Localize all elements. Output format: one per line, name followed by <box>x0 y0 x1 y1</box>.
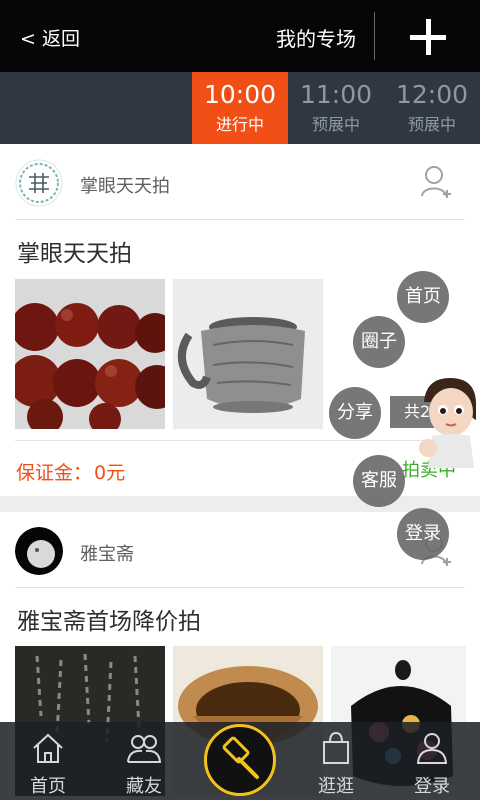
my-special-button[interactable]: 我的专场 <box>276 23 356 52</box>
timeslot-status: 预展中 <box>311 115 360 134</box>
timeslot-1100[interactable]: 11:00 预展中 <box>288 72 384 144</box>
nav-label: 登录 <box>414 776 450 797</box>
shopping-bag-icon <box>323 731 349 764</box>
auction-card[interactable]: 掌眼天天拍 掌眼天天拍 保证金： 0元 <box>0 144 480 496</box>
auction-title[interactable]: 雅宝斋首场降价拍 <box>17 602 201 636</box>
float-circle-button[interactable]: 圈子 <box>353 316 405 368</box>
top-bar: < 返回 我的专场 <box>0 0 480 72</box>
timeslot-time: 11:00 <box>299 80 373 109</box>
seller-logo[interactable] <box>15 527 63 575</box>
float-home-button[interactable]: 首页 <box>397 271 449 323</box>
nav-label: 首页 <box>30 776 66 797</box>
follow-user-icon[interactable] <box>420 164 454 200</box>
nav-label: 逛逛 <box>318 776 354 797</box>
deposit-value: 0元 <box>94 462 126 484</box>
timeslot-status: 进行中 <box>215 115 264 134</box>
friends-icon <box>127 735 162 763</box>
seller-name[interactable]: 雅宝斋 <box>80 540 134 566</box>
deposit-info: 保证金： 0元 <box>16 458 125 485</box>
divider <box>15 219 465 220</box>
timeslot-status: 预展中 <box>407 115 456 134</box>
timeslot-time: 10:00 <box>203 80 277 109</box>
auction-hammer-icon <box>222 736 259 779</box>
time-slot-bar: 10:00 进行中 11:00 预展中 12:00 预展中 <box>0 72 480 154</box>
seller-logo[interactable] <box>15 159 63 207</box>
timeslot-time: 12:00 <box>395 80 469 109</box>
float-service-button[interactable]: 客服 <box>353 455 405 507</box>
float-login-button[interactable]: 登录 <box>397 508 449 560</box>
nav-home[interactable]: 首页 <box>0 722 96 800</box>
nav-friends[interactable]: 藏友 <box>96 722 192 800</box>
nav-login[interactable]: 登录 <box>384 722 480 800</box>
item-photo-teapot[interactable] <box>173 279 323 429</box>
nav-browse[interactable]: 逛逛 <box>288 722 384 800</box>
divider <box>15 587 465 588</box>
item-photo-beads[interactable] <box>15 279 165 429</box>
float-share-button[interactable]: 分享 <box>329 387 381 439</box>
nav-label: 藏友 <box>126 776 162 797</box>
seller-name[interactable]: 掌眼天天拍 <box>80 172 170 198</box>
mascot-avatar-icon[interactable] <box>418 374 480 468</box>
timeslot-1200[interactable]: 12:00 预展中 <box>384 72 480 144</box>
auction-title[interactable]: 掌眼天天拍 <box>17 234 132 268</box>
header-divider <box>374 12 375 60</box>
add-icon[interactable] <box>410 19 446 55</box>
user-icon <box>416 733 448 764</box>
timeslot-1000[interactable]: 10:00 进行中 <box>192 72 288 154</box>
deposit-label: 保证金： <box>16 462 93 484</box>
divider <box>15 440 465 441</box>
back-button[interactable]: < 返回 <box>20 24 80 51</box>
auction-center-button[interactable] <box>204 724 276 796</box>
home-icon <box>33 733 63 763</box>
